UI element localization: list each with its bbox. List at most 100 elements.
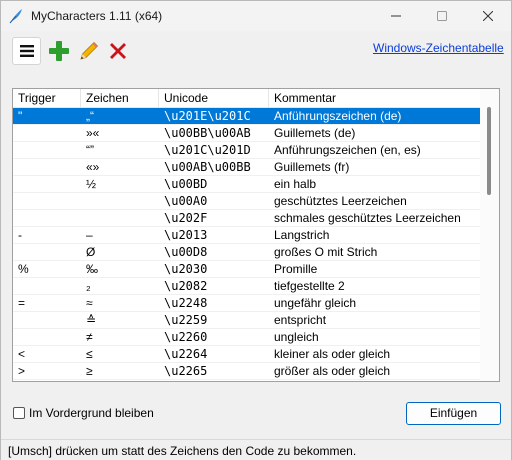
table-row[interactable]: ½ \u00BD ein halb xyxy=(13,176,481,193)
column-header-trigger[interactable]: Trigger xyxy=(13,89,81,108)
cell-zeichen: ≈ xyxy=(86,296,93,310)
cell-kommentar: tiefgestellte 2 xyxy=(274,279,345,293)
cell-unicode: \u2265 xyxy=(164,364,208,378)
cell-unicode: \u2248 xyxy=(164,296,208,310)
cell-zeichen: «» xyxy=(86,160,100,174)
cell-unicode: \u201C\u201D xyxy=(164,143,251,157)
cell-zeichen: ≤ xyxy=(86,347,93,361)
cell-zeichen: Ø xyxy=(86,245,96,259)
add-button[interactable] xyxy=(45,37,73,65)
cell-kommentar: Anführungszeichen (en, es) xyxy=(274,143,421,157)
cell-kommentar: großes O mit Strich xyxy=(274,245,378,259)
title-bar[interactable]: MyCharacters 1.11 (x64) xyxy=(1,1,511,31)
cell-trigger xyxy=(13,329,81,346)
cell-kommentar: ungleich xyxy=(274,330,319,344)
cell-kommentar: kleiner als oder gleich xyxy=(274,347,391,361)
vertical-scrollbar[interactable] xyxy=(480,89,499,381)
plus-icon xyxy=(49,41,69,61)
cell-kommentar: Guillemets (de) xyxy=(274,126,356,140)
cell-unicode: \u00A0 xyxy=(164,194,208,208)
menu-button[interactable] xyxy=(12,37,41,65)
cell-trigger xyxy=(13,312,81,329)
toolbar: Windows-Zeichentabelle xyxy=(1,31,511,83)
cell-unicode: \u202F xyxy=(164,211,208,225)
cell-kommentar: Promille xyxy=(274,262,318,276)
edit-button[interactable] xyxy=(75,37,103,65)
cell-kommentar: entspricht xyxy=(274,313,327,327)
cell-zeichen: ≥ xyxy=(86,364,93,378)
menu-icon xyxy=(19,45,34,57)
close-icon xyxy=(483,11,493,21)
cell-trigger xyxy=(13,142,81,159)
table-row[interactable]: \u00A0 geschütztes Leerzeichen xyxy=(13,193,481,210)
cell-kommentar: ein halb xyxy=(274,177,317,191)
feather-icon xyxy=(8,8,24,24)
column-header-unicode[interactable]: Unicode xyxy=(159,89,269,108)
table-row[interactable]: % ‰ \u2030 Promille xyxy=(13,261,481,278)
cell-trigger xyxy=(13,210,81,227)
table-row[interactable]: “” \u201C\u201D Anführungszeichen (en, es) xyxy=(13,142,481,159)
maximize-button[interactable] xyxy=(419,1,465,31)
cell-trigger: " xyxy=(18,109,23,123)
cell-kommentar: ungefähr gleich xyxy=(274,296,357,310)
table-row[interactable]: - – \u2013 Langstrich xyxy=(13,227,481,244)
cell-zeichen: ₂ xyxy=(86,279,91,293)
minimize-button[interactable] xyxy=(373,1,419,31)
cell-kommentar: Guillemets (fr) xyxy=(274,160,350,174)
close-button[interactable] xyxy=(465,1,511,31)
charmap-link[interactable]: Windows-Zeichentabelle xyxy=(373,41,504,55)
cell-zeichen xyxy=(81,210,159,227)
cell-unicode: \u2264 xyxy=(164,347,208,361)
cell-unicode: \u2259 xyxy=(164,313,208,327)
table-row[interactable]: < ≤ \u2264 kleiner als oder gleich xyxy=(13,346,481,363)
cell-unicode: \u2082 xyxy=(164,279,208,293)
cell-zeichen: ½ xyxy=(86,177,97,191)
cell-unicode: \u2260 xyxy=(164,330,208,344)
cell-zeichen: “” xyxy=(86,143,94,157)
table-row[interactable]: = ≈ \u2248 ungefähr gleich xyxy=(13,295,481,312)
table-row[interactable]: \u202F schmales geschütztes Leerzeichen xyxy=(13,210,481,227)
app-window: MyCharacters 1.11 (x64) Windows-Zeichent… xyxy=(0,0,512,460)
table-row[interactable]: " „“ \u201E\u201C Anführungszeichen (de) xyxy=(13,108,481,125)
cell-kommentar: größer als oder gleich xyxy=(274,364,391,378)
cell-trigger: - xyxy=(18,228,22,242)
cell-trigger: % xyxy=(18,262,29,276)
cell-unicode: \u00D8 xyxy=(164,245,208,259)
delete-button[interactable] xyxy=(104,37,132,65)
always-on-top-checkbox[interactable] xyxy=(13,407,25,419)
character-table[interactable]: Trigger Zeichen Unicode Kommentar " „“ \u2… xyxy=(12,88,500,382)
table-row[interactable]: ₂ \u2082 tiefgestellte 2 xyxy=(13,278,481,295)
cell-trigger xyxy=(13,176,81,193)
insert-button[interactable]: Einfügen xyxy=(406,402,501,425)
window-title: MyCharacters 1.11 (x64) xyxy=(31,9,163,23)
status-bar: [Umsch] drücken um statt des Zeichens de… xyxy=(1,439,511,460)
cell-zeichen: „“ xyxy=(86,109,94,123)
column-header-kommentar[interactable]: Kommentar xyxy=(269,89,481,108)
always-on-top-label[interactable]: Im Vordergrund bleiben xyxy=(29,406,154,420)
cell-trigger: < xyxy=(18,347,26,361)
table-row[interactable]: > ≥ \u2265 größer als oder gleich xyxy=(13,363,481,380)
cell-zeichen: ‰ xyxy=(86,262,98,276)
table-row[interactable]: Ø \u00D8 großes O mit Strich xyxy=(13,244,481,261)
column-header-zeichen[interactable]: Zeichen xyxy=(81,89,159,108)
cell-kommentar: schmales geschütztes Leerzeichen xyxy=(274,211,461,225)
cell-trigger xyxy=(13,159,81,176)
table-row[interactable]: ≙ \u2259 entspricht xyxy=(13,312,481,329)
delete-x-icon xyxy=(110,43,126,59)
cell-trigger: = xyxy=(18,296,26,310)
cell-kommentar: Langstrich xyxy=(274,228,330,242)
cell-trigger xyxy=(13,278,81,295)
scrollbar-thumb[interactable] xyxy=(487,107,491,195)
table-row[interactable]: «» \u00AB\u00BB Guillemets (fr) xyxy=(13,159,481,176)
status-text: [Umsch] drücken um statt des Zeichens de… xyxy=(8,444,357,458)
footer: Im Vordergrund bleiben Einfügen xyxy=(1,396,511,436)
cell-kommentar: Anführungszeichen (de) xyxy=(274,109,402,123)
pencil-icon xyxy=(80,41,99,60)
cell-zeichen: ≙ xyxy=(86,313,97,327)
cell-unicode: \u00BB\u00AB xyxy=(164,126,251,140)
table-row[interactable]: ≠ \u2260 ungleich xyxy=(13,329,481,346)
table-row[interactable]: »« \u00BB\u00AB Guillemets (de) xyxy=(13,125,481,142)
table-body: " „“ \u201E\u201C Anführungszeichen (de) »« \… xyxy=(13,108,481,380)
cell-kommentar: geschütztes Leerzeichen xyxy=(274,194,407,208)
cell-unicode: \u2013 xyxy=(164,228,208,242)
